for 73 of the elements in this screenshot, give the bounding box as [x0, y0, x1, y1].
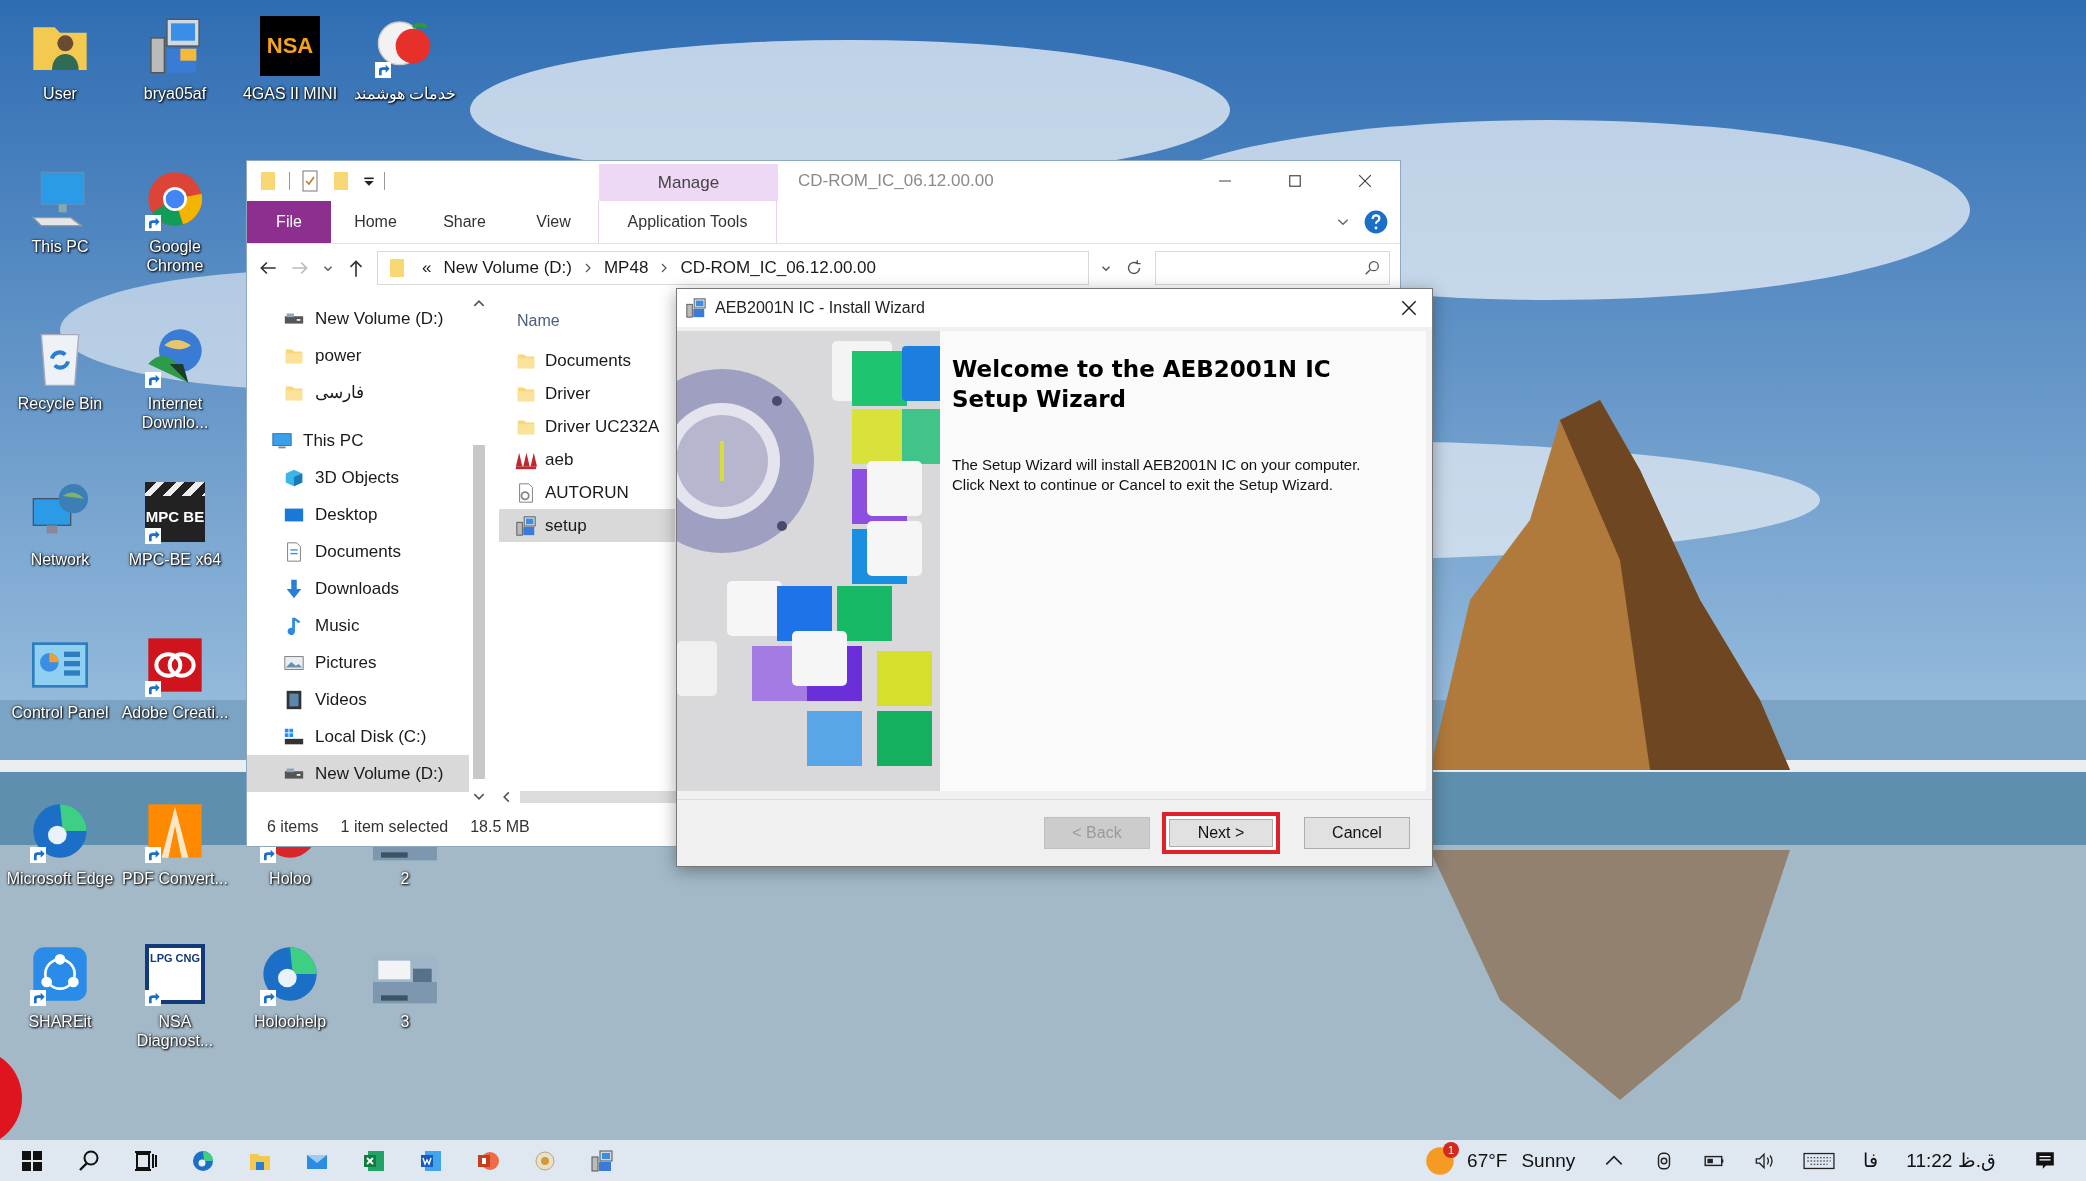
clock[interactable]: 11:22 ق.ظ: [1906, 1149, 1996, 1172]
file-name: aeb: [545, 449, 574, 470]
nav-item[interactable]: New Volume (D:): [247, 755, 469, 792]
dialog-text: The Setup Wizard will install AEB2001N IC on your computer.: [952, 454, 1362, 475]
nav-item[interactable]: This PC: [247, 422, 469, 459]
nav-item[interactable]: فارسی: [247, 374, 469, 411]
desktop-icon-label[interactable]: 4GAS II MINI: [242, 84, 338, 104]
desktop-icon-label[interactable]: خدمات هوشمند: [353, 84, 457, 104]
weather-condition[interactable]: Sunny: [1521, 1149, 1576, 1172]
ribbon-tab[interactable]: Home: [331, 201, 420, 243]
nav-item-label: 3D Objects: [315, 467, 400, 488]
ribbon-tab[interactable]: View: [509, 201, 598, 243]
file-name: AUTORUN: [545, 482, 629, 503]
nav-item-label: Documents: [315, 541, 401, 562]
nav-item[interactable]: Music: [247, 607, 469, 644]
nav-item-label: فارسی: [315, 382, 364, 403]
nav-item-label: Videos: [315, 689, 367, 710]
breadcrumb[interactable]: New Volume (D:): [443, 258, 572, 278]
nav-item-label: Desktop: [315, 504, 378, 525]
dialog-heading: Welcome to the AEB2001N IC Setup Wizard: [952, 355, 1332, 414]
file-row[interactable]: Driver UC232A: [499, 410, 675, 443]
nav-item[interactable]: Desktop: [247, 496, 469, 533]
input-language[interactable]: فا: [1863, 1149, 1879, 1172]
nav-item-label: This PC: [303, 430, 364, 451]
file-row[interactable]: Driver: [499, 377, 675, 410]
window-title: CD-ROM_IC_06.12.00.00: [798, 171, 994, 191]
desktop-icon-label[interactable]: User: [43, 84, 77, 104]
ribbon-tab[interactable]: Share: [420, 201, 509, 243]
address-bar[interactable]: « New Volume (D:) MP48 CD-ROM_IC_06.12.00.00: [377, 251, 1089, 285]
nav-item-label: New Volume (D:): [315, 308, 444, 329]
nav-item[interactable]: 3D Objects: [247, 459, 469, 496]
file-row[interactable]: AUTORUN: [499, 476, 675, 509]
desktop-icon-label[interactable]: This PC: [31, 237, 89, 257]
nav-item-label: Music: [315, 615, 360, 636]
notification-badge: 1: [1443, 1141, 1460, 1158]
file-row[interactable]: aeb: [499, 443, 675, 476]
nav-item-label: power: [315, 345, 362, 366]
status-text: 6 items: [267, 818, 319, 836]
dialog-title: AEB2001N IC - Install Wizard: [715, 299, 925, 317]
overflow-chevron[interactable]: «: [422, 258, 432, 278]
dialog-button[interactable]: Next >: [1162, 812, 1280, 854]
nav-item[interactable]: Videos: [247, 681, 469, 718]
ribbon-tab[interactable]: File: [247, 201, 331, 243]
nav-item-label: Downloads: [315, 578, 400, 599]
nav-item[interactable]: Local Disk (C:): [247, 718, 469, 755]
breadcrumb[interactable]: CD-ROM_IC_06.12.00.00: [680, 258, 876, 278]
nav-item-label: Pictures: [315, 652, 377, 673]
file-name: Documents: [545, 350, 631, 371]
logo-tile[interactable]: NSA: [260, 16, 320, 76]
nav-item[interactable]: power: [247, 337, 469, 374]
file-row[interactable]: setup: [499, 509, 675, 542]
temperature[interactable]: 67°F: [1467, 1149, 1508, 1172]
file-name: Driver: [545, 383, 591, 404]
dialog-text: Click Next to continue or Cancel to exit the Setup Wizard.: [952, 475, 1334, 496]
status-text: 1 item selected: [340, 818, 449, 836]
breadcrumb[interactable]: MP48: [603, 258, 649, 278]
nav-item[interactable]: Downloads: [247, 570, 469, 607]
ribbon-tab[interactable]: Application Tools: [598, 201, 777, 243]
desktop-icon-label[interactable]: Google Chrome: [120, 237, 230, 276]
nav-item[interactable]: Pictures: [247, 644, 469, 681]
dialog-button[interactable]: Cancel: [1304, 817, 1410, 849]
logo-tile[interactable]: LPG CNG: [145, 944, 205, 1004]
nav-item-label: New Volume (D:): [315, 763, 444, 784]
nav-item[interactable]: New Volume (D:): [247, 300, 469, 337]
file-name: Driver UC232A: [545, 416, 660, 437]
desktop-icon-label[interactable]: brya05af: [143, 84, 207, 104]
status-text: 18.5 MB: [470, 818, 530, 836]
logo-tile[interactable]: MPC BE: [145, 482, 205, 542]
nav-item[interactable]: Documents: [247, 533, 469, 570]
file-name: setup: [545, 515, 587, 536]
file-row[interactable]: Documents: [499, 344, 675, 377]
context-tab-group: Manage: [599, 164, 778, 201]
nav-item-label: Local Disk (C:): [315, 726, 427, 747]
